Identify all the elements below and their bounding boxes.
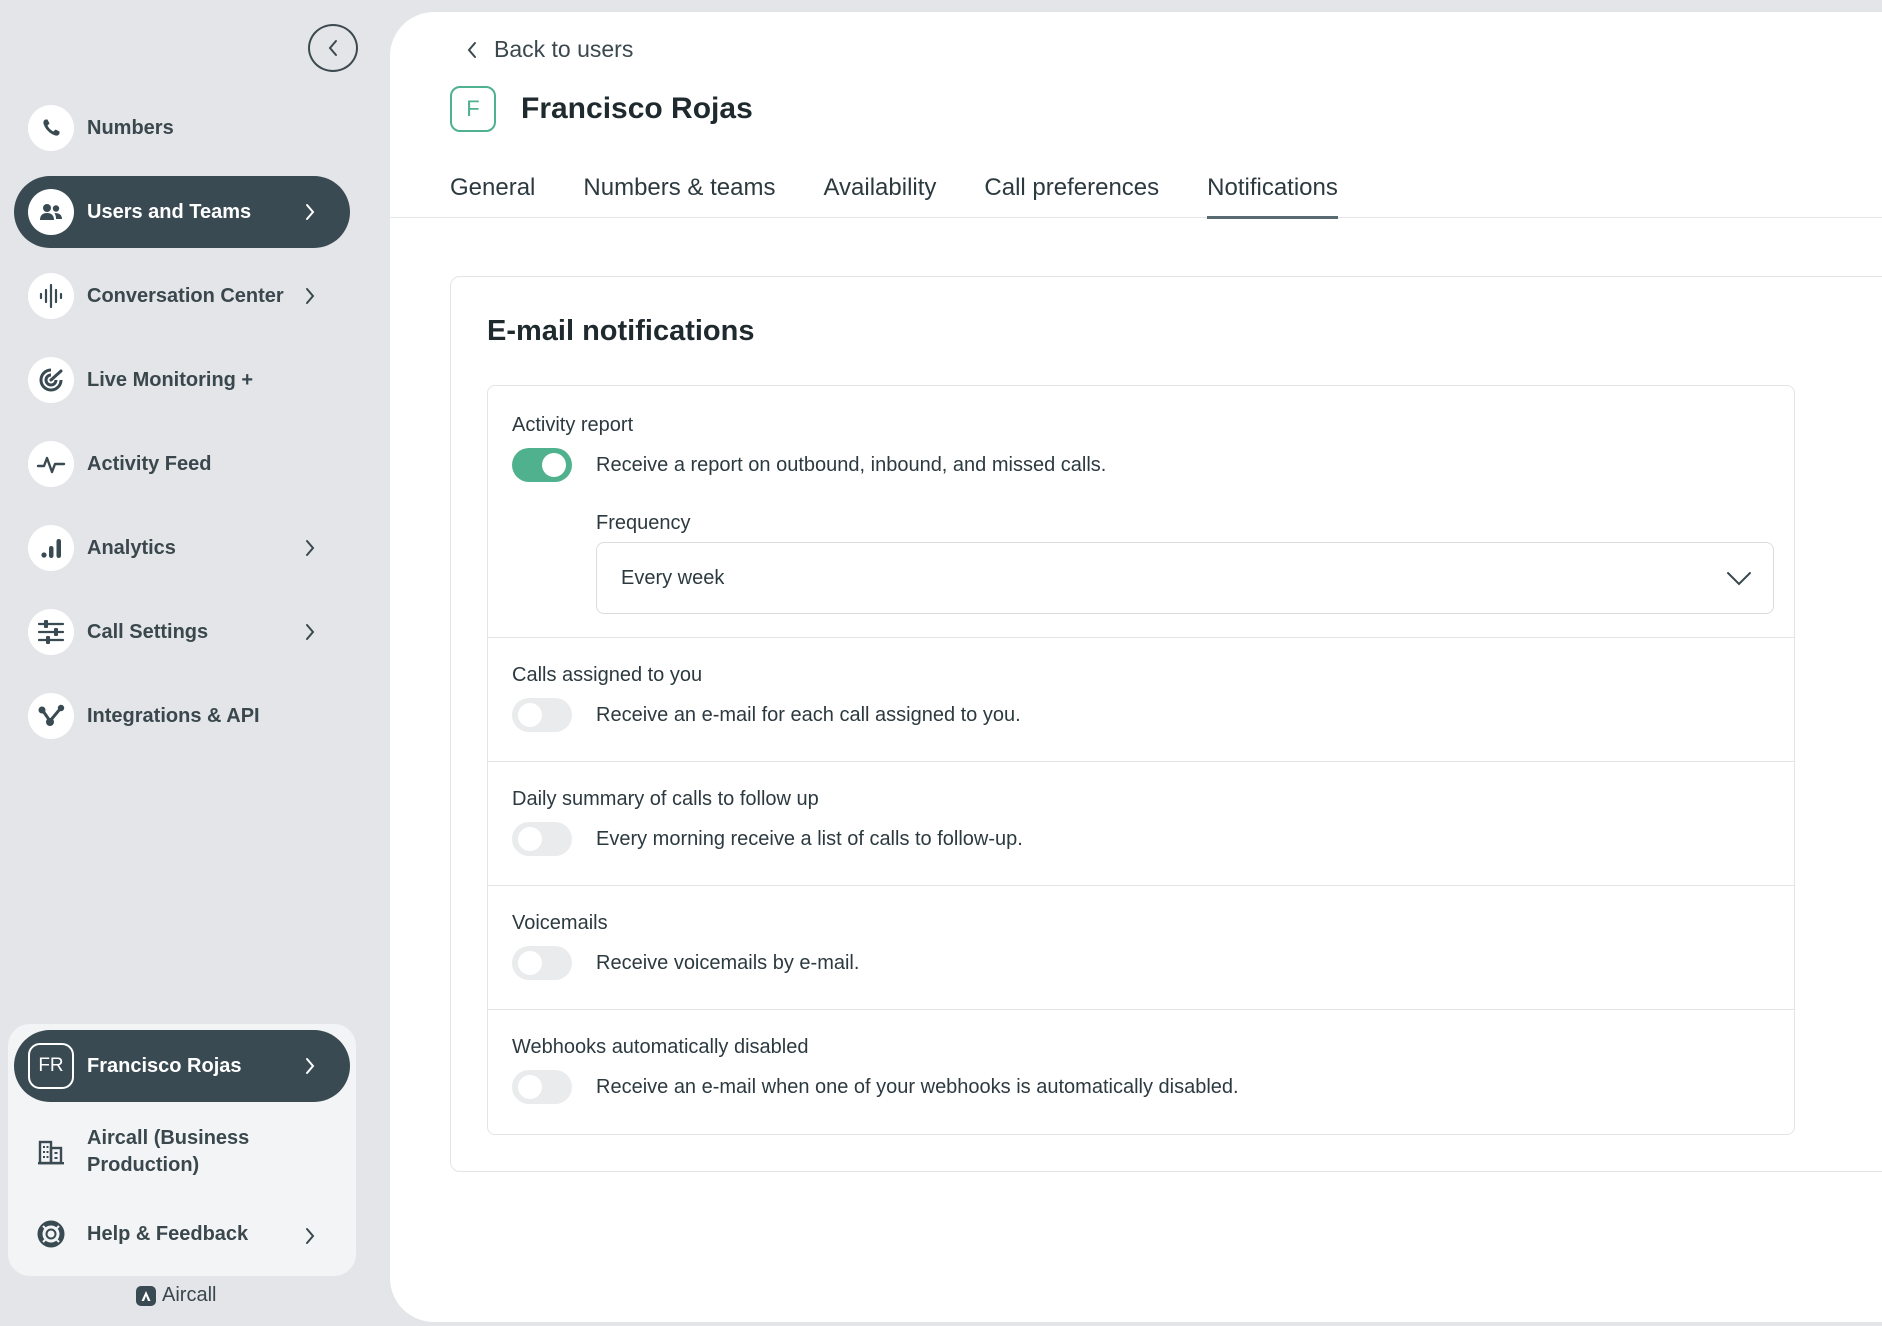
notification-description: Every morning receive a list of calls to… <box>596 828 1023 850</box>
frequency-select[interactable]: Every week <box>596 542 1774 614</box>
organization-name-line1: Aircall (Business <box>87 1127 250 1149</box>
sliders-icon <box>28 609 74 655</box>
chevron-right-icon <box>306 1058 315 1074</box>
avatar: F <box>450 86 496 132</box>
notification-title: Webhooks automatically disabled <box>512 1036 809 1058</box>
chevron-down-icon <box>1727 572 1751 586</box>
toggle-knob <box>518 1075 542 1099</box>
account-card: FR Francisco Rojas Aircall (Business Pro… <box>8 1024 356 1276</box>
notification-description: Receive a report on outbound, inbound, a… <box>596 454 1107 476</box>
brand: Aircall <box>136 1284 216 1307</box>
tab-call-preferences[interactable]: Call preferences <box>984 156 1159 218</box>
sidebar-item-activity-feed[interactable]: Activity Feed <box>14 428 350 500</box>
tab-bar: General Numbers & teams Availability Cal… <box>390 156 1882 219</box>
sidebar-item-label: Users and Teams <box>87 200 252 223</box>
sidebar-item-users-and-teams[interactable]: Users and Teams <box>14 176 350 248</box>
notification-row-webhooks-disabled: Webhooks automatically disabled Receive … <box>488 1010 1794 1134</box>
back-label: Back to users <box>494 36 634 62</box>
waveform-icon <box>28 273 74 319</box>
tab-numbers-teams[interactable]: Numbers & teams <box>583 156 775 218</box>
help-feedback-item[interactable]: Help & Feedback <box>14 1202 350 1266</box>
toggle-knob <box>518 827 542 851</box>
main-panel: Back to users F Francisco Rojas General … <box>390 12 1882 1322</box>
notification-description: Receive voicemails by e-mail. <box>596 952 860 974</box>
chevron-right-icon <box>306 1228 315 1244</box>
notification-row-activity-report: Activity report Receive a report on outb… <box>488 386 1794 638</box>
tab-notifications[interactable]: Notifications <box>1207 156 1338 219</box>
integrations-icon <box>28 693 74 739</box>
monitoring-icon <box>28 357 74 403</box>
bar-chart-icon <box>28 525 74 571</box>
brand-name: Aircall <box>162 1284 217 1306</box>
voicemails-toggle[interactable] <box>512 946 572 980</box>
notification-title: Calls assigned to you <box>512 664 703 686</box>
sidebar-item-integrations-api[interactable]: Integrations & API <box>14 680 350 752</box>
notification-title: Activity report <box>512 414 634 436</box>
calls-assigned-toggle[interactable] <box>512 698 572 732</box>
sidebar-item-analytics[interactable]: Analytics <box>14 512 350 584</box>
frequency-value: Every week <box>621 567 725 589</box>
notification-title: Voicemails <box>512 912 608 934</box>
page-title: F Francisco Rojas <box>450 86 753 132</box>
back-to-users-link[interactable]: Back to users <box>466 36 633 63</box>
tab-availability[interactable]: Availability <box>823 156 936 218</box>
aircall-logo-icon <box>136 1285 156 1306</box>
collapse-sidebar-button[interactable] <box>308 24 358 72</box>
phone-icon <box>28 105 74 151</box>
chevron-right-icon <box>306 288 315 304</box>
tab-general[interactable]: General <box>450 156 535 218</box>
sidebar-item-label: Integrations & API <box>87 704 260 727</box>
toggle-knob <box>542 453 566 477</box>
chevron-left-icon <box>328 40 337 56</box>
pulse-icon <box>28 441 74 487</box>
daily-summary-toggle[interactable] <box>512 822 572 856</box>
avatar: FR <box>28 1043 74 1089</box>
notification-row-daily-summary: Daily summary of calls to follow up Ever… <box>488 762 1794 886</box>
chevron-right-icon <box>306 540 315 556</box>
organization-item[interactable]: Aircall (Business Production) <box>14 1102 350 1202</box>
sidebar-item-live-monitoring[interactable]: Live Monitoring + <box>14 344 350 416</box>
section-title: E-mail notifications <box>487 315 755 347</box>
user-name: Francisco Rojas <box>521 92 753 125</box>
notification-list: Activity report Receive a report on outb… <box>487 385 1795 1135</box>
notification-row-calls-assigned: Calls assigned to you Receive an e-mail … <box>488 638 1794 762</box>
notification-description: Receive an e-mail when one of your webho… <box>596 1076 1239 1098</box>
frequency-label: Frequency <box>596 512 691 534</box>
building-icon <box>28 1129 74 1175</box>
notification-description: Receive an e-mail for each call assigned… <box>596 704 1021 726</box>
sidebar-item-label: Call Settings <box>87 620 209 643</box>
organization-name: Aircall (Business Production) <box>87 1125 249 1179</box>
webhooks-disabled-toggle[interactable] <box>512 1070 572 1104</box>
email-notifications-section: E-mail notifications Activity report Rec… <box>450 276 1882 1172</box>
lifebuoy-icon <box>28 1211 74 1257</box>
sidebar-item-label: Conversation Center <box>87 284 284 307</box>
notification-row-voicemails: Voicemails Receive voicemails by e-mail. <box>488 886 1794 1010</box>
sidebar: Numbers Users and Teams Conversation Cen… <box>0 0 390 1326</box>
sidebar-item-call-settings[interactable]: Call Settings <box>14 596 350 668</box>
sidebar-item-label: Numbers <box>87 116 174 139</box>
chevron-left-icon <box>467 41 476 58</box>
sidebar-nav: Numbers Users and Teams Conversation Cen… <box>14 92 350 764</box>
chevron-right-icon <box>306 204 315 220</box>
help-feedback-label: Help & Feedback <box>87 1222 249 1245</box>
users-icon <box>28 189 74 235</box>
organization-name-line2: Production) <box>87 1154 200 1176</box>
activity-report-toggle[interactable] <box>512 448 572 482</box>
current-user-item[interactable]: FR Francisco Rojas <box>14 1030 350 1102</box>
sidebar-item-conversation-center[interactable]: Conversation Center <box>14 260 350 332</box>
sidebar-item-label: Activity Feed <box>87 452 212 475</box>
current-user-name: Francisco Rojas <box>87 1054 242 1077</box>
sidebar-item-numbers[interactable]: Numbers <box>14 92 350 164</box>
sidebar-item-label: Analytics <box>87 536 176 559</box>
sidebar-item-label: Live Monitoring + <box>87 368 254 391</box>
chevron-right-icon <box>306 624 315 640</box>
toggle-knob <box>518 951 542 975</box>
notification-title: Daily summary of calls to follow up <box>512 788 819 810</box>
toggle-knob <box>518 703 542 727</box>
